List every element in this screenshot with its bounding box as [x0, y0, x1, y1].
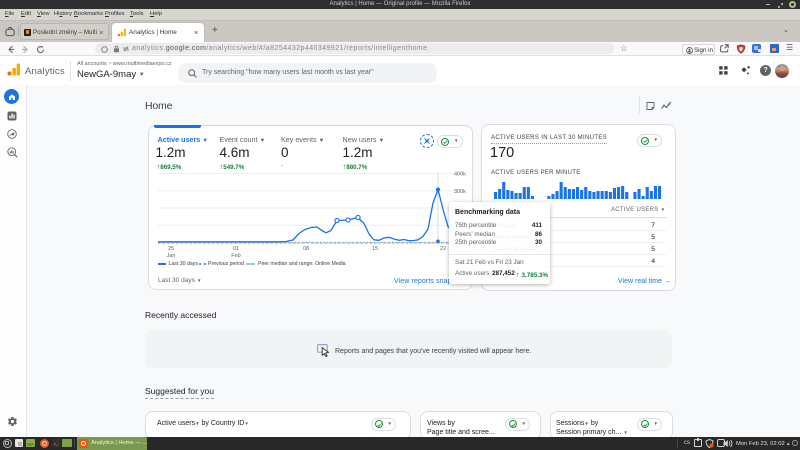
- svg-text:25: 25: [168, 246, 174, 252]
- svg-text:08: 08: [303, 246, 309, 252]
- svg-text:15: 15: [372, 246, 378, 252]
- svg-text:22: 22: [440, 246, 446, 252]
- svg-text:400k: 400k: [454, 172, 466, 178]
- svg-text:01: 01: [233, 246, 239, 252]
- svg-text:Jan: Jan: [167, 253, 176, 259]
- svg-text:Feb: Feb: [231, 253, 240, 259]
- svg-text:300k: 300k: [454, 189, 466, 195]
